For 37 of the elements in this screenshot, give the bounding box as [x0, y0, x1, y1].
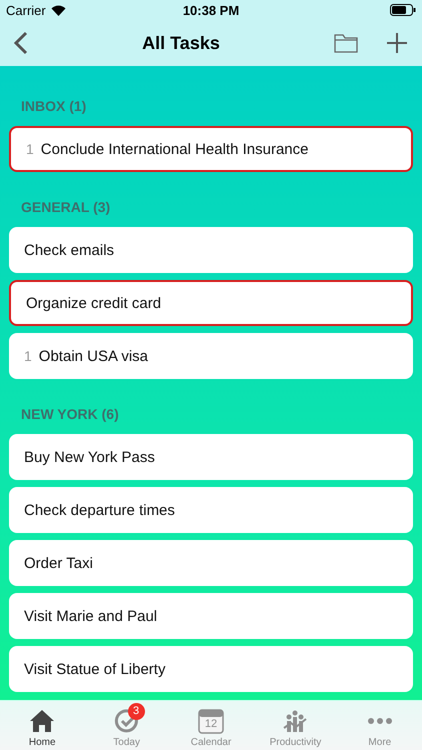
- task-row[interactable]: Buy New York Pass: [9, 434, 413, 480]
- home-icon: [29, 708, 56, 734]
- task-title: Order Taxi: [24, 554, 93, 572]
- task-title: Visit Statue of Liberty: [24, 660, 166, 678]
- task-title: Organize credit card: [26, 294, 162, 312]
- section-header: GENERAL (3): [21, 198, 112, 217]
- check-circle-icon: [114, 708, 140, 734]
- tab-item[interactable]: 3 Today: [84, 701, 169, 750]
- tab-item[interactable]: Home: [0, 701, 84, 750]
- battery-icon: [390, 4, 416, 16]
- task-title: Check emails: [24, 242, 114, 258]
- task-title: Visit Marie and Paul: [24, 608, 158, 624]
- task-row[interactable]: Visit Statue of Liberty: [9, 646, 413, 692]
- task-title: Conclude International Health Insurance: [40, 140, 308, 158]
- task-row[interactable]: 1 Obtain USA visa: [9, 333, 413, 379]
- task-row[interactable]: Check departure times: [9, 487, 413, 533]
- wifi-icon: [50, 4, 66, 16]
- count-badge: 3: [128, 703, 145, 720]
- screen-title: All Tasks: [142, 32, 220, 54]
- people-chart-icon: [282, 708, 308, 734]
- priority-number: 1: [24, 348, 32, 364]
- task-title: Check departure times: [24, 502, 175, 518]
- priority-number: 1: [26, 141, 34, 157]
- more-icon: [366, 718, 393, 724]
- task-row[interactable]: Organize credit card: [9, 280, 413, 326]
- task-row[interactable]: 1 Conclude International Health Insurance: [9, 126, 413, 172]
- task-title: Buy New York Pass: [24, 448, 155, 466]
- task-title: Obtain USA visa: [38, 348, 148, 364]
- task-row[interactable]: Check emails: [9, 227, 413, 273]
- task-row[interactable]: Visit Marie and Paul: [9, 593, 413, 639]
- calendar-icon: [198, 708, 224, 734]
- carrier-label: Carrier: [6, 2, 46, 18]
- clock-time: 10:38 PM: [182, 2, 240, 18]
- section-header: INBOX (1): [21, 97, 88, 116]
- section-header: NEW YORK (6): [21, 405, 120, 424]
- task-row[interactable]: Order Taxi: [9, 540, 413, 586]
- calendar-day: 12: [198, 718, 224, 730]
